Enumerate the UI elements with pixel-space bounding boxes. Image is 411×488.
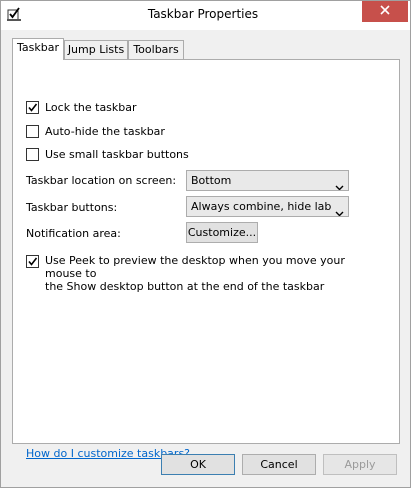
taskbar-properties-window: Taskbar Properties Taskbar Jump Lists To…: [0, 0, 411, 488]
taskbar-buttons-dropdown[interactable]: Always combine, hide labels: [186, 196, 349, 217]
auto-hide-checkbox[interactable]: [26, 125, 39, 138]
close-button[interactable]: [362, 1, 408, 22]
ok-button[interactable]: OK: [161, 454, 235, 475]
chevron-down-icon: [335, 204, 344, 216]
location-dropdown[interactable]: Bottom: [186, 170, 349, 191]
peek-label-line-1: Use Peek to preview the desktop when you…: [45, 254, 345, 280]
auto-hide-label: Auto-hide the taskbar: [45, 125, 165, 138]
window-title: Taskbar Properties: [147, 7, 259, 21]
customize-button[interactable]: Customize...: [186, 222, 258, 243]
peek-checkbox[interactable]: [26, 255, 39, 268]
checkmark-icon: [28, 103, 38, 112]
peek-label-line-2: the Show desktop button at the end of th…: [45, 280, 325, 293]
location-value: Bottom: [191, 174, 232, 187]
taskbar-buttons-value: Always combine, hide labels: [191, 200, 331, 213]
apply-button[interactable]: Apply: [323, 454, 397, 475]
tab-taskbar[interactable]: Taskbar: [12, 38, 64, 60]
peek-label: Use Peek to preview the desktop when you…: [45, 254, 385, 293]
chevron-down-icon: [335, 178, 344, 190]
title-bar[interactable]: Taskbar Properties: [1, 1, 410, 30]
checkmark-icon: [28, 257, 38, 266]
taskbar-buttons-label: Taskbar buttons:: [26, 201, 118, 214]
taskbar-tab-panel: Lock the taskbar Auto-hide the taskbar U…: [12, 59, 400, 460]
notification-area-label: Notification area:: [26, 227, 121, 240]
tab-toolbars[interactable]: Toolbars: [128, 40, 184, 59]
small-buttons-checkbox[interactable]: [26, 148, 39, 161]
client-area: Taskbar Jump Lists Toolbars Lock the tas…: [8, 30, 405, 460]
close-icon: [380, 5, 390, 18]
lock-taskbar-label: Lock the taskbar: [45, 101, 137, 114]
cancel-button[interactable]: Cancel: [242, 454, 316, 475]
tab-jump-lists[interactable]: Jump Lists: [64, 40, 128, 59]
small-buttons-label: Use small taskbar buttons: [45, 148, 189, 161]
lock-taskbar-checkbox[interactable]: [26, 101, 39, 114]
location-label: Taskbar location on screen:: [26, 174, 177, 187]
